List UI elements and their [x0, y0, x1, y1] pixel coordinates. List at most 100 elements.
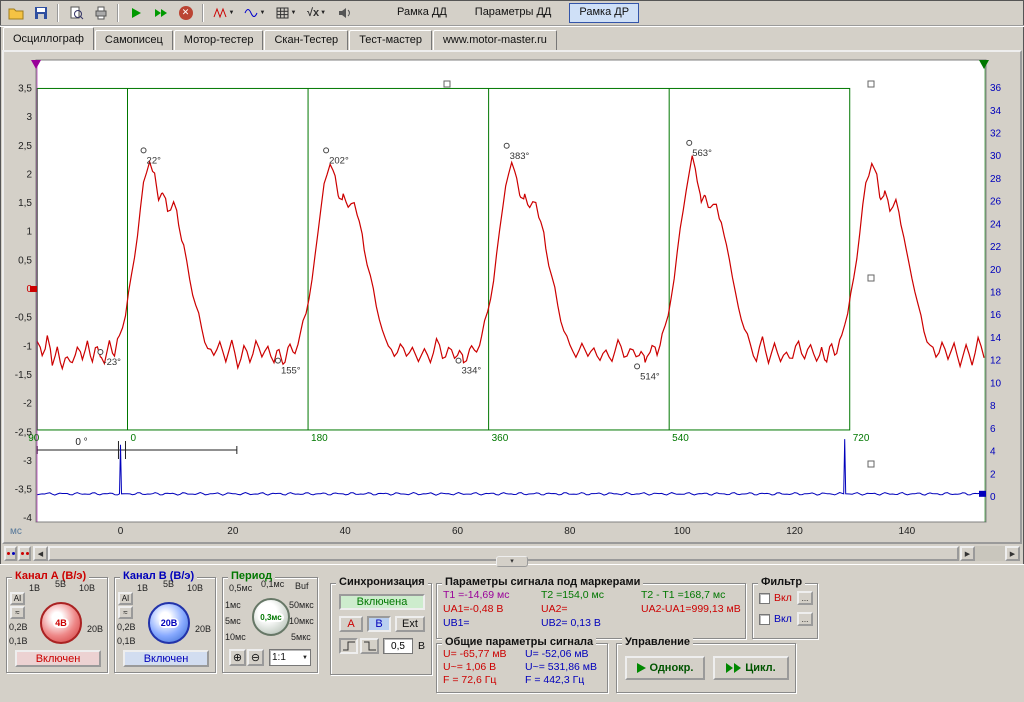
start-fast-button[interactable] [148, 2, 173, 24]
grid-icon [275, 5, 290, 21]
channel-a-probe-button[interactable]: AI [10, 592, 25, 605]
period-value: 0,3мс [258, 613, 283, 622]
panel-collapse-button[interactable]: ▾ [496, 556, 528, 567]
period-group: Период 0,5мс 0,1мс Buf 1мс 50мкс 5мс 10м… [222, 577, 318, 673]
channel-b-power-button[interactable]: Включен [123, 650, 209, 667]
plot-label: 0 [131, 433, 137, 444]
filter-b-checkbox[interactable] [759, 614, 770, 625]
channel-a-coupling-button[interactable]: ≈ [10, 606, 25, 619]
sync-source-b-button[interactable]: B [367, 616, 391, 632]
single-run-button[interactable]: Однокр. [625, 656, 705, 680]
scale-label: 0,2В [9, 622, 28, 632]
frame-handle[interactable] [868, 275, 874, 281]
tab-scan-tester[interactable]: Скан-Тестер [264, 30, 348, 50]
general-params-group: Общие параметры сигнала U= -65,77 мВ U~=… [436, 643, 608, 693]
scroll-page-right-button[interactable]: ▶ [1005, 546, 1020, 561]
play-icon [128, 5, 144, 21]
start-button[interactable] [123, 2, 148, 24]
zoom-in-button[interactable]: ⊕ [229, 649, 246, 666]
channel-a-power-button[interactable]: Включен [15, 650, 101, 667]
sound-button[interactable] [332, 2, 357, 24]
signal-b-menu-button[interactable]: ▼ [239, 2, 270, 24]
ramka-dr-button[interactable]: Рамка ДР [569, 3, 639, 23]
signal-a-menu-button[interactable]: ▼ [208, 2, 239, 24]
channel-b-zero-marker[interactable] [979, 491, 986, 497]
filter-a-settings-button[interactable]: ... [797, 591, 813, 605]
angle-point-marker[interactable] [504, 143, 509, 148]
buffer-label: Buf [295, 581, 309, 591]
channel-b-probe-button[interactable]: AI [118, 592, 133, 605]
zoom-ratio-select[interactable]: 1:1 ▼ [269, 649, 311, 666]
filter-a-checkbox[interactable] [759, 593, 770, 604]
plot-label: 334° [462, 366, 482, 377]
scope-plot[interactable]: 9001803605407203,532,521,510,50-0,5-1-1,… [4, 52, 1020, 542]
frame-handle[interactable] [868, 461, 874, 467]
scale-label: 5В [55, 579, 66, 589]
open-button[interactable] [3, 2, 28, 24]
tab-test-master[interactable]: Тест-мастер [349, 30, 432, 50]
ramka-dd-button[interactable]: Рамка ДД [387, 3, 457, 23]
sync-slope-rising-button[interactable] [339, 638, 358, 654]
scale-label: 1В [29, 583, 40, 593]
tab-oscilloscope[interactable]: Осциллограф [3, 27, 94, 50]
plot-label: 16 [990, 310, 1002, 321]
params-dd-button[interactable]: Параметры ДД [465, 3, 562, 23]
math-menu-button[interactable]: √x▼ [301, 2, 332, 24]
scroll-left-button[interactable]: ◀ [33, 546, 48, 561]
print-preview-button[interactable] [63, 2, 88, 24]
general-b-freq: F = 442,3 Гц [525, 674, 584, 686]
channel-a-gain-knob[interactable]: 4В [40, 602, 82, 644]
main-tabs: Осциллограф Самописец Мотор-тестер Скан-… [0, 26, 1024, 50]
plot-label: 1 [26, 227, 32, 238]
sync-source-a-button[interactable]: A [339, 616, 363, 632]
grid-menu-button[interactable]: ▼ [270, 2, 301, 24]
stop-icon: ✕ [179, 6, 193, 20]
frame-handle[interactable] [444, 81, 450, 87]
angle-point-marker[interactable] [456, 358, 461, 363]
plot-label: 0 [990, 492, 996, 503]
scroll-right-button[interactable]: ▶ [960, 546, 975, 561]
cycle-run-button[interactable]: Цикл. [713, 656, 789, 680]
tab-website[interactable]: www.motor-master.ru [433, 30, 557, 50]
marker-tool-button-1[interactable] [4, 546, 17, 561]
plot-label: 14 [990, 333, 1002, 344]
sync-source-ext-button[interactable]: Ext [395, 616, 425, 632]
stop-button[interactable]: ✕ [173, 2, 198, 24]
angle-point-marker[interactable] [98, 350, 103, 355]
angle-point-marker[interactable] [687, 140, 692, 145]
sync-level-input[interactable] [383, 638, 413, 654]
angle-point-marker[interactable] [141, 148, 146, 153]
channel-b-gain-knob[interactable]: 20В [148, 602, 190, 644]
save-button[interactable] [28, 2, 53, 24]
angle-point-marker[interactable] [275, 358, 280, 363]
channel-a-zero-marker[interactable] [30, 286, 37, 292]
plot-label: 383° [510, 151, 530, 162]
angle-point-marker[interactable] [324, 148, 329, 153]
sync-enable-button[interactable]: Включена [339, 594, 425, 610]
control-title: Управление [622, 636, 693, 648]
printer-icon [93, 5, 109, 21]
filter-b-settings-button[interactable]: ... [797, 612, 813, 626]
filter-b-label: Вкл [774, 613, 792, 625]
angle-point-marker[interactable] [635, 364, 640, 369]
tab-motor-tester[interactable]: Мотор-тестер [174, 30, 264, 50]
floppy-icon [33, 5, 49, 21]
channel-a-title: Канал А (В/э) [12, 570, 89, 582]
sync-level-unit: В [418, 640, 425, 652]
plot-label: 360 [492, 433, 509, 444]
frame-handle[interactable] [868, 81, 874, 87]
marker-params-title: Параметры сигнала под маркерами [442, 576, 643, 588]
print-button[interactable] [88, 2, 113, 24]
channel-b-coupling-button[interactable]: ≈ [118, 606, 133, 619]
marker-tool-button-2[interactable] [18, 546, 31, 561]
sync-slope-falling-button[interactable] [360, 638, 379, 654]
marker-t2: T2 =154,0 мс [541, 589, 604, 601]
control-group: Управление Однокр. Цикл. [616, 643, 796, 693]
zoom-out-button[interactable]: ⊖ [247, 649, 264, 666]
filter-group: Фильтр Вкл ... Вкл ... [752, 583, 818, 639]
plot-label: 155° [281, 366, 301, 377]
blue-wave-icon [244, 5, 259, 21]
tab-recorder[interactable]: Самописец [95, 30, 173, 50]
plot-label: 30 [990, 151, 1002, 162]
period-knob[interactable]: 0,3мс [252, 598, 290, 636]
